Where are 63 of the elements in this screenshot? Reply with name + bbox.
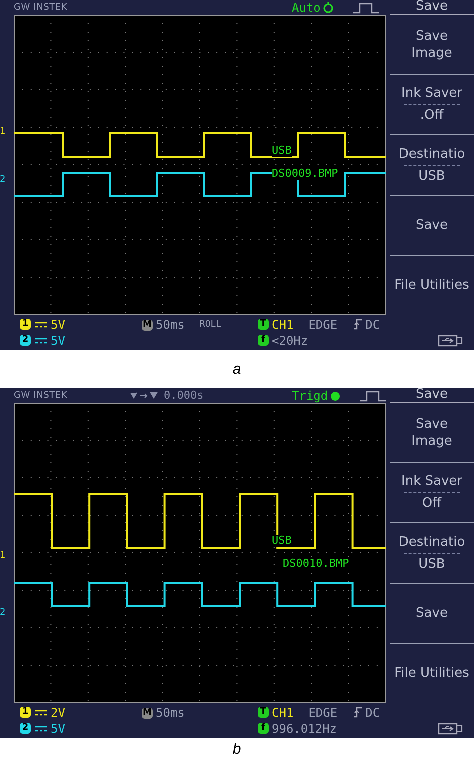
trigger-badge: T [258, 319, 269, 330]
frequency-badge: f [258, 335, 269, 346]
menu-button[interactable]: Destinatio USB [390, 523, 474, 584]
frequency-badge: f [258, 723, 269, 734]
pulse-icon [352, 2, 380, 14]
usb-icon [438, 723, 464, 735]
menu-button[interactable]: Ink Saver .Off [390, 75, 474, 136]
position-icon [130, 390, 160, 400]
channel-scale: 5V [51, 334, 66, 348]
file-save-message: DS0010.BMP [283, 558, 350, 570]
dc-coupling-icon [34, 708, 48, 716]
time-position: 0.000s [164, 389, 204, 402]
rising-edge-icon [352, 319, 363, 330]
channel-scale: 2V [51, 706, 66, 720]
dc-coupling-icon [34, 336, 48, 344]
trigger-type: EDGE [308, 318, 338, 332]
timebase-badge: M [142, 708, 153, 718]
rising-edge-icon [352, 707, 363, 718]
timebase-badge: M [142, 320, 153, 330]
channel-badge: 2 [20, 723, 31, 734]
menu-button[interactable]: Ink Saver Off [390, 463, 474, 524]
dc-coupling-icon [34, 320, 48, 328]
channel-badge: 1 [20, 319, 31, 330]
figure-caption: b [232, 741, 242, 758]
channel-marker: 2 [0, 608, 6, 618]
trigger-coupling: DC [366, 318, 380, 332]
channel-marker: 1 [0, 127, 6, 137]
channel-badge: 1 [20, 707, 31, 718]
brand-logo: GW INSTEK [14, 390, 69, 400]
channel-marker: 1 [0, 551, 6, 561]
frequency-value: <20Hz [272, 334, 308, 348]
menu-title: Save [390, 0, 474, 15]
trigger-badge: T [258, 707, 269, 718]
menu-button[interactable]: File Utilities [390, 644, 474, 704]
trigger-source: CH1 [272, 706, 294, 720]
frequency-value: 996.012Hz [272, 722, 338, 736]
timebase-value: 50ms [156, 318, 185, 332]
menu-title: Save [390, 388, 474, 403]
menu-button[interactable]: Destinatio USB [390, 135, 474, 196]
menu-button[interactable]: Save Image [390, 403, 474, 464]
file-save-message: USB [272, 145, 292, 157]
mode-label: ROLL [200, 320, 222, 330]
trigger-coupling: DC [366, 706, 380, 720]
usb-icon [438, 335, 464, 347]
menu-button[interactable]: Save [390, 196, 474, 256]
timebase-value: 50ms [156, 706, 185, 720]
trigger-source: CH1 [272, 318, 294, 332]
trigger-status: Auto [292, 0, 321, 14]
file-save-message: USB [272, 535, 292, 547]
trigger-status: Trigd [292, 388, 328, 402]
menu-button[interactable]: Save Image [390, 15, 474, 76]
file-save-message: DS0009.BMP [272, 168, 338, 180]
channel-marker: 2 [0, 175, 6, 185]
figure-caption: a [232, 360, 242, 378]
channel-scale: 5V [51, 722, 66, 736]
channel-badge: 2 [20, 335, 31, 346]
menu-button[interactable]: Save [390, 584, 474, 644]
pulse-icon [359, 390, 388, 402]
menu-button[interactable]: File Utilities [390, 256, 474, 316]
brand-logo: GW INSTEK [14, 2, 69, 12]
channel-scale: 5V [51, 318, 66, 332]
trigger-type: EDGE [308, 706, 338, 720]
dc-coupling-icon [34, 724, 48, 732]
